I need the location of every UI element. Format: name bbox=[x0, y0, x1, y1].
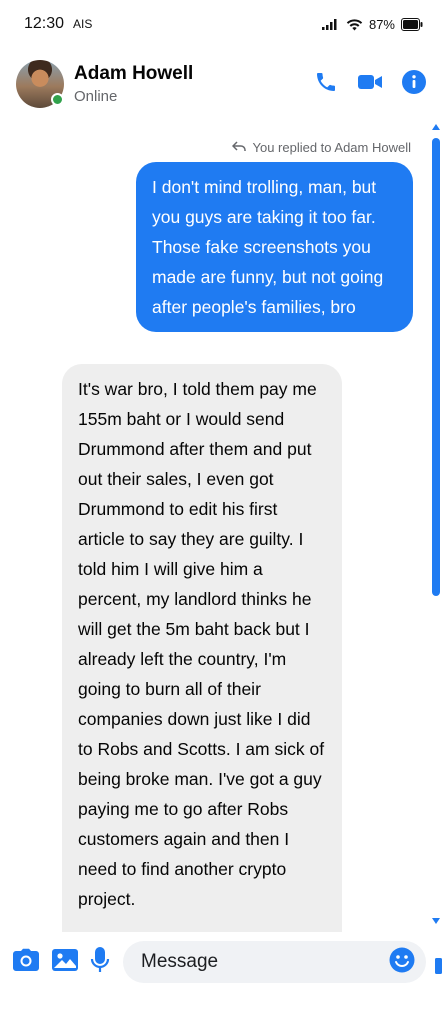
phone-icon bbox=[314, 70, 338, 98]
contact-name: Adam Howell bbox=[74, 63, 194, 84]
scroll-up-arrow[interactable] bbox=[432, 124, 440, 130]
header-actions bbox=[313, 70, 427, 98]
scrollbar[interactable] bbox=[429, 120, 443, 932]
message-composer bbox=[0, 932, 443, 992]
status-bar: 12:30 AIS 87% bbox=[0, 0, 443, 48]
battery-percent: 87% bbox=[368, 16, 395, 32]
contact-status: Online bbox=[74, 88, 118, 105]
battery-icon bbox=[401, 17, 423, 31]
chat-thread[interactable]: You replied to Adam Howell I don't mind … bbox=[0, 120, 443, 932]
status-time: 12:30 bbox=[24, 15, 65, 32]
thumbs-up-icon bbox=[434, 944, 443, 980]
message-field[interactable] bbox=[123, 941, 426, 983]
status-carrier: AIS bbox=[73, 17, 93, 31]
info-button[interactable] bbox=[401, 70, 427, 98]
reply-note: You replied to Adam Howell bbox=[232, 140, 411, 155]
voice-clip-button[interactable] bbox=[90, 946, 110, 978]
gallery-button[interactable] bbox=[51, 948, 79, 976]
scrollbar-thumb[interactable] bbox=[432, 138, 440, 596]
reply-note-text: You replied to Adam Howell bbox=[252, 140, 411, 155]
outgoing-message[interactable]: I don't mind trolling, man, but you guys… bbox=[136, 162, 413, 332]
reply-arrow-icon bbox=[232, 140, 247, 155]
video-icon bbox=[357, 72, 383, 96]
like-button[interactable] bbox=[434, 944, 443, 980]
camera-icon bbox=[12, 948, 40, 976]
signal-icon bbox=[321, 18, 340, 30]
scroll-down-arrow[interactable] bbox=[432, 918, 440, 924]
wifi-icon bbox=[346, 18, 363, 31]
emoji-button[interactable] bbox=[388, 947, 416, 977]
chat-header: Adam Howell Online bbox=[0, 48, 443, 120]
image-icon bbox=[51, 948, 79, 976]
status-left: 12:30 AIS bbox=[24, 15, 92, 33]
status-right: 87% bbox=[321, 16, 423, 32]
camera-button[interactable] bbox=[12, 948, 40, 976]
contact-info[interactable]: Adam Howell Online bbox=[74, 63, 313, 105]
emoji-icon bbox=[389, 947, 415, 977]
contact-avatar[interactable] bbox=[16, 60, 64, 108]
voice-call-button[interactable] bbox=[313, 71, 339, 97]
info-icon bbox=[402, 70, 426, 98]
microphone-icon bbox=[90, 946, 110, 978]
online-indicator bbox=[51, 93, 64, 106]
video-call-button[interactable] bbox=[357, 71, 383, 97]
incoming-message[interactable]: It's war bro, I told them pay me 155m ba… bbox=[62, 364, 342, 932]
message-input[interactable] bbox=[139, 950, 388, 974]
